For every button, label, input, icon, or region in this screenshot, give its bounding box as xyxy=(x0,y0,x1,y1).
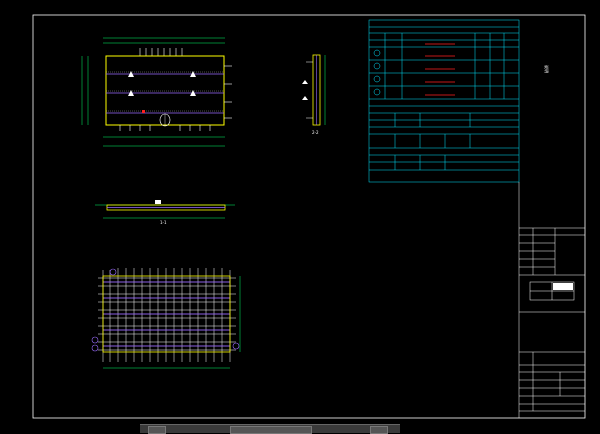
plan-view[interactable] xyxy=(81,37,232,147)
cad-drawing-canvas[interactable]: 2-2 1-1 说明 xyxy=(0,0,600,432)
vertical-note: 说明 xyxy=(544,65,550,73)
section-label-1-1: 1-1 xyxy=(160,220,167,225)
bubble-tag-icon xyxy=(91,344,99,352)
status-segment-right[interactable] xyxy=(370,426,388,434)
section-view-horizontal[interactable]: 1-1 xyxy=(95,200,235,225)
title-block[interactable] xyxy=(518,182,585,418)
drawing-frame xyxy=(32,14,586,419)
section-label-2-2: 2-2 xyxy=(312,130,319,135)
bubble-tag-icon xyxy=(232,342,240,350)
status-segment-middle[interactable] xyxy=(230,426,312,434)
rebar-layout-view[interactable] xyxy=(91,268,241,369)
svg-text:说明: 说明 xyxy=(544,65,550,73)
status-segment-left[interactable] xyxy=(148,426,166,434)
bubble-tag-icon xyxy=(91,336,99,344)
title-block-logo xyxy=(553,283,573,290)
table-red-marks xyxy=(425,43,455,96)
section-view-vertical[interactable]: 2-2 xyxy=(302,54,326,135)
bubble-tag-icon xyxy=(109,268,117,276)
